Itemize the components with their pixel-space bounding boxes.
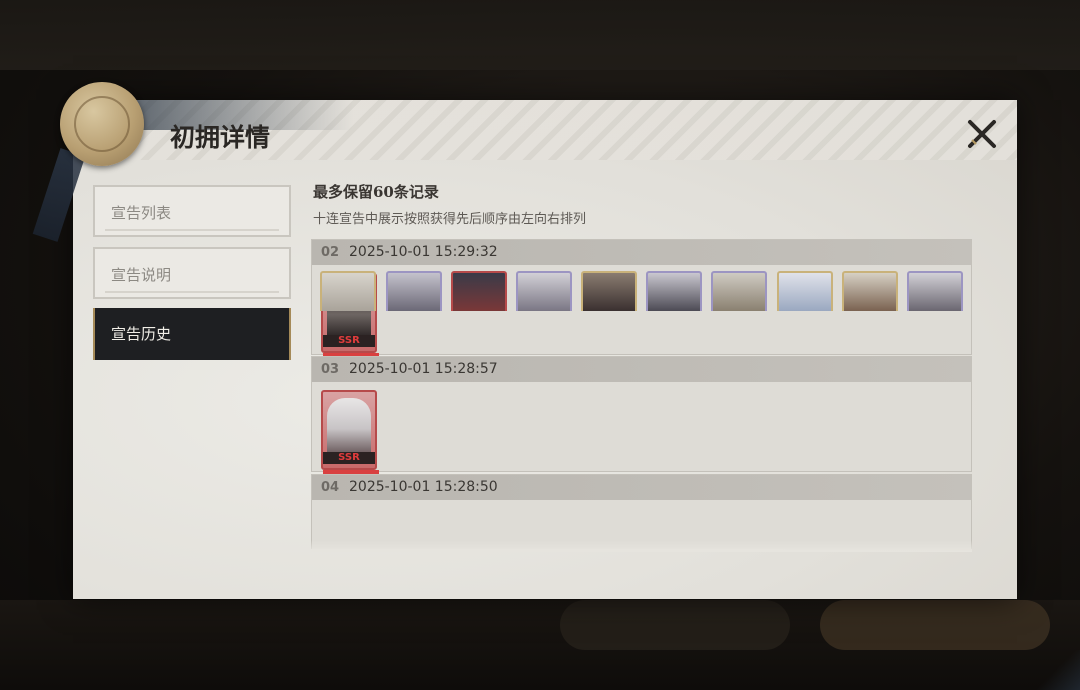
list-fade-overlay [311, 540, 972, 552]
tab-divider [105, 229, 279, 231]
close-button[interactable] [962, 114, 1002, 154]
close-icon [968, 120, 996, 148]
corner-decoration [1033, 650, 1080, 690]
record-header: 03 2025-10-01 15:28:57 [312, 357, 971, 382]
character-card[interactable] [581, 271, 637, 311]
character-card[interactable] [842, 271, 898, 311]
character-card[interactable] [320, 271, 376, 311]
history-record: 04 2025-10-01 15:28:50 [311, 474, 972, 549]
tab-divider [105, 291, 279, 293]
record-number: 04 [321, 480, 340, 495]
character-card[interactable] [777, 271, 833, 311]
dialog-title: 初拥详情 [170, 123, 271, 152]
tab-label: 宣告列表 [111, 204, 172, 222]
tab-announcement-history[interactable]: 宣告历史 [93, 308, 291, 360]
background-top-bar [0, 0, 1080, 70]
record-number: 02 [321, 245, 340, 260]
tab-announcement-info[interactable]: 宣告说明 [93, 247, 291, 299]
character-card[interactable] [711, 271, 767, 311]
background-button-left [560, 600, 790, 650]
tab-label: 宣告历史 [111, 325, 172, 343]
character-card[interactable] [386, 271, 442, 311]
record-header: 04 2025-10-01 15:28:50 [312, 475, 971, 500]
character-card[interactable] [646, 271, 702, 311]
history-notice-title: 最多保留60条记录 [313, 183, 439, 201]
record-timestamp: 2025-10-01 15:28:50 [349, 479, 498, 495]
character-card[interactable] [516, 271, 572, 311]
record-timestamp: 2025-10-01 15:29:32 [349, 244, 498, 260]
tab-announcement-list[interactable]: 宣告列表 [93, 185, 291, 237]
wax-seal-icon [60, 82, 144, 166]
record-timestamp: 2025-10-01 15:28:57 [349, 361, 498, 377]
record-number: 03 [321, 362, 340, 377]
tab-label: 宣告说明 [111, 266, 172, 284]
record-header: 02 2025-10-01 15:29:32 [312, 240, 971, 265]
character-card[interactable]: SSR [321, 390, 379, 474]
rarity-badge: SSR [323, 335, 375, 347]
rarity-badge: SSR [323, 452, 375, 464]
history-record: 03 2025-10-01 15:28:57 SSR [311, 356, 972, 474]
background-button-right [820, 600, 1050, 650]
character-portrait-icon [327, 398, 371, 454]
character-card[interactable] [451, 271, 507, 311]
history-notice-subtitle: 十连宣告中展示按照获得先后顺序由左向右排列 [313, 212, 587, 227]
character-card[interactable] [907, 271, 963, 311]
